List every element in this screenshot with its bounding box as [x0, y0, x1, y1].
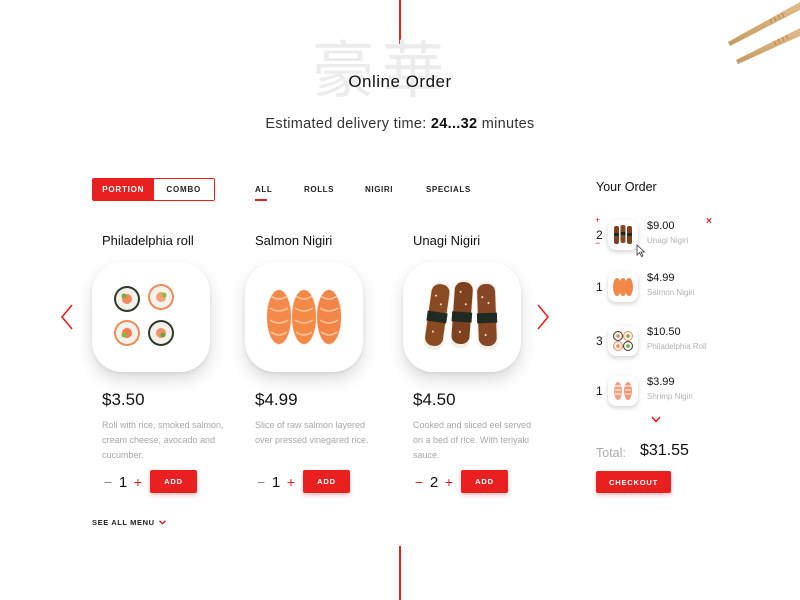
filter-nigiri[interactable]: NIGIRI [365, 185, 393, 194]
quantity-value: 2 [429, 473, 439, 491]
product-price: $4.99 [255, 390, 298, 409]
product-description: Roll with rice, smoked salmon, cream che… [102, 420, 224, 460]
delivery-range: 24...32 [430, 116, 478, 132]
product-card-philadelphia: Philadelphia roll $3.50 Roll with rice, … [92, 230, 232, 500]
order-item-name: Salmon Nigiri [647, 288, 695, 297]
unagi-nigiri-plate-icon [403, 262, 521, 372]
sushi-roll-plate-icon [92, 262, 210, 372]
product-price: $3.50 [102, 390, 145, 409]
order-title: Your Order [596, 180, 657, 194]
see-all-menu-link[interactable]: SEE ALL MENU [92, 518, 166, 527]
increment-button[interactable]: + [132, 474, 144, 490]
filter-specials[interactable]: SPECIALS [426, 185, 471, 194]
add-button[interactable]: ADD [461, 470, 508, 493]
order-item-price: $9.00 [647, 220, 675, 232]
increment-button[interactable]: + [443, 474, 455, 490]
increment-button[interactable]: + [285, 474, 297, 490]
product-card-unagi-nigiri: Unagi Nigiri $4.50 Cooked and sliced eel… [403, 230, 543, 500]
page-title: Online Order [348, 72, 452, 91]
decrement-button[interactable]: − [102, 474, 114, 490]
order-item-price: $4.99 [647, 272, 675, 284]
chevron-down-icon[interactable] [651, 416, 661, 423]
shrimp-thumb-icon [608, 376, 638, 406]
delivery-suffix: minutes [481, 116, 535, 132]
add-button[interactable]: ADD [150, 470, 197, 493]
product-name: Salmon Nigiri [255, 233, 333, 248]
order-item-name: Shrimp Nigiri [647, 392, 693, 401]
quantity-value: 1 [271, 473, 281, 491]
quantity-stepper: − 2 + [413, 473, 455, 491]
total-label: Total: [596, 446, 626, 460]
decrement-button[interactable]: − [413, 474, 425, 490]
order-item-qty: 1 [596, 280, 603, 294]
chopsticks-icon [728, 2, 800, 64]
quantity-value: 1 [118, 473, 128, 491]
unagi-thumb-icon [608, 220, 638, 250]
decrement-button[interactable]: − [255, 474, 267, 490]
product-name: Unagi Nigiri [413, 233, 481, 248]
delivery-prefix: Estimated delivery time: [265, 116, 427, 132]
order-item-price: $3.99 [647, 376, 675, 388]
order-item-unagi: + − 2 $9.00 Unagi Nigiri × [594, 215, 724, 254]
delivery-estimate: Estimated delivery time: 24...32 minutes [0, 116, 800, 132]
salmon-thumb-icon [608, 272, 638, 302]
filter-rolls[interactable]: ROLLS [304, 185, 334, 194]
quantity-stepper: − 1 + [255, 473, 297, 491]
order-item-price: $10.50 [647, 326, 681, 338]
arrow-left-icon[interactable] [60, 304, 74, 330]
watermark-logo: 豪華 [312, 34, 453, 107]
order-item-name: Philadelphia Roll [647, 342, 707, 351]
product-description: Slice of raw salmon layered over pressed… [255, 420, 369, 445]
order-item-qty: 1 [596, 384, 603, 398]
order-increment-button[interactable]: + [595, 215, 600, 225]
order-item-qty: 3 [596, 334, 603, 348]
order-item-qty: 2 [596, 228, 603, 242]
chevron-down-icon [158, 520, 166, 525]
product-description: Cooked and sliced eel served on a bed of… [413, 420, 532, 460]
add-button[interactable]: ADD [303, 470, 350, 493]
order-item-shrimp: 1 $3.99 Shrimp Nigiri [594, 374, 724, 410]
close-icon[interactable]: × [706, 216, 712, 227]
order-item-salmon: 1 $4.99 Salmon Nigiri [594, 270, 724, 306]
product-price: $4.50 [413, 390, 456, 409]
category-filters: ALL ROLLS NIGIRI SPECIALS [0, 185, 800, 205]
filter-all[interactable]: ALL [255, 185, 272, 201]
product-card-salmon-nigiri: Salmon Nigiri $4.99 Slice of raw salmon … [245, 230, 385, 500]
order-item-name: Unagi Nigiri [647, 236, 689, 245]
product-name: Philadelphia roll [102, 233, 194, 248]
cursor-icon [636, 244, 646, 257]
quantity-stepper: − 1 + [102, 473, 144, 491]
divider-bottom [399, 546, 401, 600]
order-item-philadelphia: 3 $10.50 Philadelphia Roll [594, 324, 724, 360]
checkout-button[interactable]: CHECKOUT [596, 471, 671, 493]
roll-thumb-icon [608, 326, 638, 356]
see-all-label: SEE ALL MENU [92, 518, 155, 527]
total-value: $31.55 [640, 442, 689, 459]
salmon-nigiri-plate-icon [245, 262, 363, 372]
